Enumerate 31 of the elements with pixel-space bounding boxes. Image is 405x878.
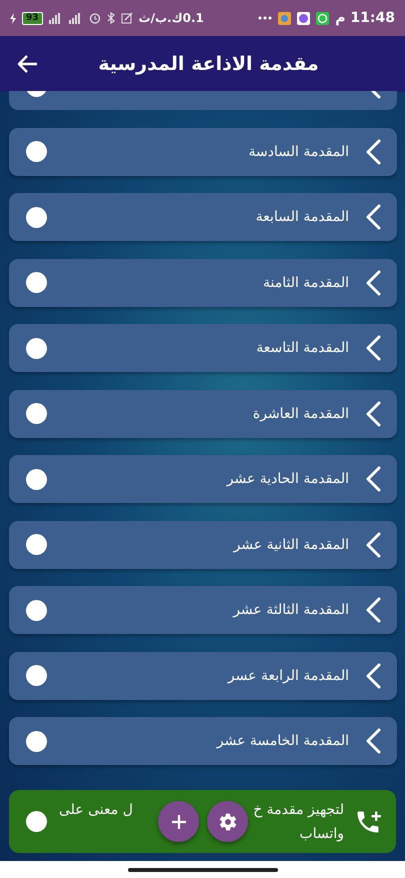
list-item[interactable]: المقدمة السادسة — [9, 128, 397, 176]
home-indicator[interactable] — [128, 868, 278, 872]
list-item[interactable]: المقدمة السابعة — [9, 193, 397, 241]
list-item[interactable]: المقدمة الخامسة عشر — [9, 717, 397, 765]
list-item[interactable]: المقدمة الرابعة عسر — [9, 652, 397, 700]
banner-text: لتجهيز مقدمة خ — [253, 800, 344, 820]
screen-title: مقدمة الاذاعة المدرسية — [97, 53, 320, 75]
whatsapp-icon — [316, 12, 330, 24]
charging-icon — [10, 12, 16, 24]
network-speed: 0.1ك.ب/ث — [138, 11, 204, 25]
list-item[interactable]: المقدمة العاشرة — [9, 390, 397, 438]
settings-icon — [218, 812, 238, 832]
list-item[interactable]: المقدمة الثالثة عشر — [9, 586, 397, 634]
more-icon — [258, 16, 272, 20]
plus-icon — [170, 814, 186, 830]
banner-text: ل معنى على — [59, 800, 133, 820]
list-item[interactable]: المقدمة الثامنة — [9, 258, 397, 306]
alarm-icon — [88, 12, 101, 24]
bluetooth-icon — [106, 12, 115, 24]
edit-icon — [120, 12, 133, 24]
list-item[interactable]: المقدمة التاسعة — [9, 324, 397, 372]
signal-icon — [48, 12, 83, 24]
back-icon[interactable] — [18, 55, 38, 73]
banner-text: واتساب — [298, 824, 344, 844]
battery-level: 93 — [26, 13, 39, 23]
list-item[interactable]: المقدمة الحادية عشر — [9, 455, 397, 503]
messenger-icon — [297, 12, 310, 24]
clock: 11:48 م — [335, 10, 395, 26]
list-item[interactable]: المقدمة الثانية عشر — [9, 520, 397, 568]
app-icon — [278, 12, 292, 24]
whatsapp-banner[interactable]: ل معنى على لتجهيز مقدمة خ واتساب — [9, 790, 396, 853]
